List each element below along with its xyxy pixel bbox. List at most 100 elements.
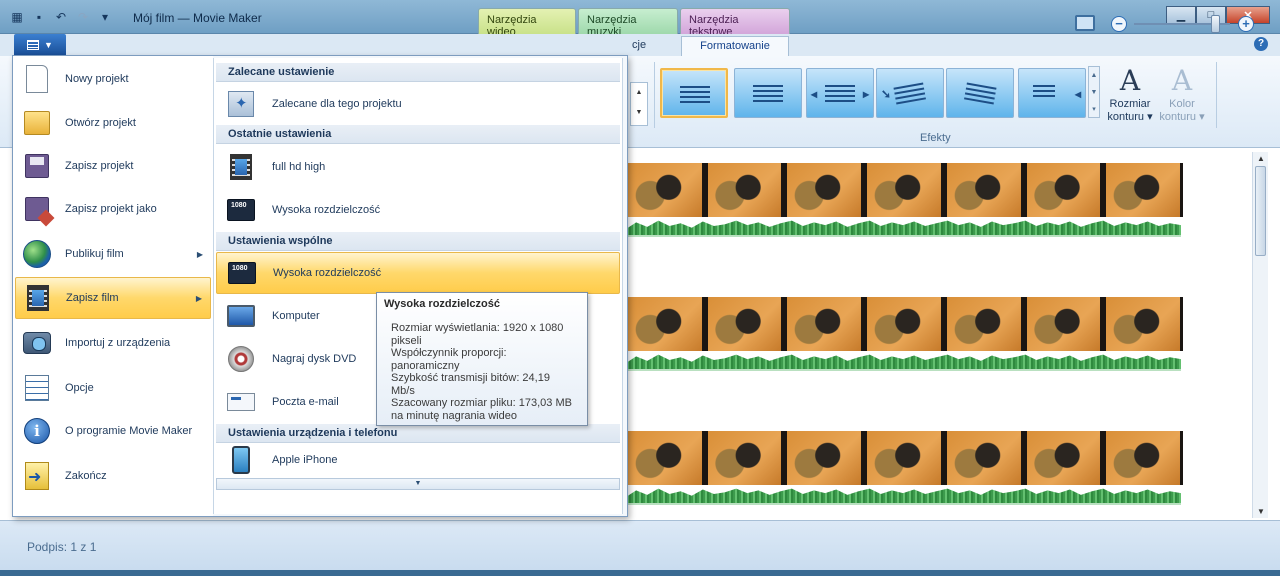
audio-waveform (625, 220, 1181, 235)
effect-left-button[interactable]: ◂ (1018, 68, 1086, 118)
tooltip-line: panoramiczny (391, 359, 460, 372)
scroll-down-arrow[interactable]: ▼ (1253, 507, 1269, 516)
submenu-item-label: Wysoka rozdzielczość (273, 267, 382, 279)
menu-item-label: Zapisz projekt (65, 160, 134, 172)
outline-size-button[interactable]: A Rozmiar konturu ▾ (1106, 64, 1154, 123)
camera-icon (23, 332, 51, 354)
submenu-item-recommended[interactable]: Zalecane dla tego projektu (216, 83, 620, 125)
redo-icon[interactable]: ↷ (74, 8, 92, 26)
wizard-icon (228, 91, 254, 117)
text-outline-color-icon: A (1171, 64, 1193, 97)
storyboard-scrollbar[interactable]: ▲ ▼ (1252, 152, 1268, 518)
film-icon (230, 154, 252, 180)
tooltip-line: Szybkość transmisji bitów: 24,19 (391, 372, 550, 384)
font-size-stepper[interactable]: ▲ ▼ (630, 82, 648, 126)
menu-item-about[interactable]: i O programie Movie Maker (15, 410, 211, 452)
zoom-out-button[interactable]: − (1111, 16, 1127, 32)
context-tab-music-tools[interactable]: Narzędzia muzyki (578, 8, 678, 38)
submenu-arrow-icon: ▶ (196, 249, 203, 259)
context-tab-video-tools[interactable]: Narzędzia wideo (478, 8, 576, 38)
effect-center-button[interactable] (660, 68, 728, 118)
tab-partial[interactable]: cje (624, 36, 654, 56)
chevron-down-icon: ▼ (44, 39, 53, 50)
application-menu-button[interactable]: ▼ (14, 34, 66, 55)
menu-item-label: Importuj z urządzenia (65, 337, 171, 349)
application-menu: Nowy projekt Otwórz projekt Zapisz proje… (12, 55, 628, 517)
outline-color-button[interactable]: A Kolor konturu ▾ (1158, 64, 1206, 123)
menu-item-save-project-as[interactable]: Zapisz projekt jako (15, 188, 211, 230)
menu-item-new-project[interactable]: Nowy projekt (15, 58, 211, 100)
save-as-icon (25, 197, 49, 221)
submenu-item-label: Komputer (272, 310, 320, 322)
submenu-item-label: Apple iPhone (272, 454, 338, 466)
section-header: Ustawienia wspólne (216, 232, 620, 251)
menu-item-label: Zapisz film (66, 292, 119, 304)
caption-status: Podpis: 1 z 1 (27, 540, 97, 554)
tooltip-line: Rozmiar wyświetlania: 1920 x 1080 (391, 322, 564, 334)
zoom-slider-thumb[interactable] (1211, 15, 1220, 33)
submenu-item-high-definition[interactable]: 1080 Wysoka rozdzielczość (216, 252, 620, 294)
undo-icon[interactable]: ↶ (52, 8, 70, 26)
menu-item-options[interactable]: Opcje (15, 367, 211, 409)
section-header: Zalecane ustawienie (216, 63, 620, 82)
menu-item-open-project[interactable]: Otwórz projekt (15, 102, 211, 144)
zoom-in-button[interactable]: + (1238, 16, 1254, 32)
monitor-icon[interactable] (1075, 15, 1095, 31)
save-icon[interactable]: ▪ (30, 8, 48, 26)
menu-item-import-from-device[interactable]: Importuj z urządzenia (15, 322, 211, 364)
menu-item-label: Publikuj film (65, 248, 124, 260)
submenu-item-apple-iphone[interactable]: Apple iPhone (216, 444, 620, 476)
scroll-up-arrow[interactable]: ▲ (1253, 154, 1269, 163)
new-document-icon (26, 65, 48, 93)
ribbon-separator (654, 62, 655, 128)
clip-strip[interactable] (625, 431, 1185, 507)
menu-item-label: Zapisz projekt jako (65, 203, 157, 215)
info-icon: i (24, 418, 50, 444)
menu-item-exit[interactable]: Zakończ (15, 455, 211, 497)
effects-group-label: Efekty (920, 132, 951, 144)
status-bar: Podpis: 1 z 1 (0, 520, 1280, 570)
submenu-item-full-hd-high[interactable]: full hd high (216, 146, 620, 188)
document-icon (27, 39, 40, 50)
tooltip-body: Rozmiar wyświetlania: 1920 x 1080 piksel… (384, 322, 580, 422)
submenu-item-label: Wysoka rozdzielczość (272, 204, 381, 216)
menu-item-publish-movie[interactable]: Publikuj film ▶ (15, 233, 211, 275)
window-title: Mój film — Movie Maker (133, 11, 262, 25)
submenu-item-recent-high-definition[interactable]: 1080 Wysoka rozdzielczość (216, 189, 620, 231)
effect-split-button[interactable]: ◂ ▸ (806, 68, 874, 118)
context-tab-text-tools[interactable]: Narzędzia tekstowe (680, 8, 790, 38)
video-frames (625, 297, 1183, 351)
gallery-scroll[interactable]: ▲ ▼ ▾ (1088, 66, 1100, 118)
menu-item-label: O programie Movie Maker (65, 425, 193, 437)
section-header: Ostatnie ustawienia (216, 125, 620, 144)
clip-strip[interactable] (625, 297, 1185, 373)
taskbar-edge (0, 570, 1280, 576)
effect-fade-button[interactable] (734, 68, 802, 118)
save-icon (25, 154, 49, 178)
tooltip-line: Mb/s (391, 384, 415, 397)
menu-item-save-movie[interactable]: Zapisz film ▶ (15, 277, 211, 319)
email-icon (227, 393, 255, 411)
exit-icon (25, 462, 49, 490)
scroll-thumb[interactable] (1255, 166, 1266, 256)
menu-item-save-project[interactable]: Zapisz projekt (15, 145, 211, 187)
submenu-item-label: full hd high (272, 161, 326, 173)
submenu-scroll-down[interactable]: ▼ (216, 478, 620, 490)
effect-fly-in-button[interactable]: ➘ (876, 68, 944, 118)
video-frames (625, 163, 1183, 217)
save-movie-submenu: Zalecane ustawienie Zalecane dla tego pr… (213, 58, 623, 514)
minimize-button[interactable]: ▁ (1166, 6, 1196, 24)
effect-slide-button[interactable] (946, 68, 1014, 118)
outline-size-label-2: konturu (1107, 111, 1145, 123)
ribbon-separator (1216, 62, 1217, 128)
customize-qat-icon[interactable]: ▾ (96, 8, 114, 26)
submenu-arrow-icon: ▶ (195, 293, 202, 303)
tab-formatting[interactable]: Formatowanie (681, 36, 789, 56)
section-header: Ustawienia urządzenia i telefonu (216, 424, 620, 443)
help-icon[interactable]: ? (1254, 37, 1268, 51)
tooltip-line: pikseli (391, 334, 422, 347)
clip-strip[interactable] (625, 163, 1185, 239)
outline-color-label-2: konturu (1159, 111, 1197, 123)
outline-size-label: Rozmiar (1109, 98, 1151, 110)
hd-1080-icon: 1080 (228, 262, 256, 284)
